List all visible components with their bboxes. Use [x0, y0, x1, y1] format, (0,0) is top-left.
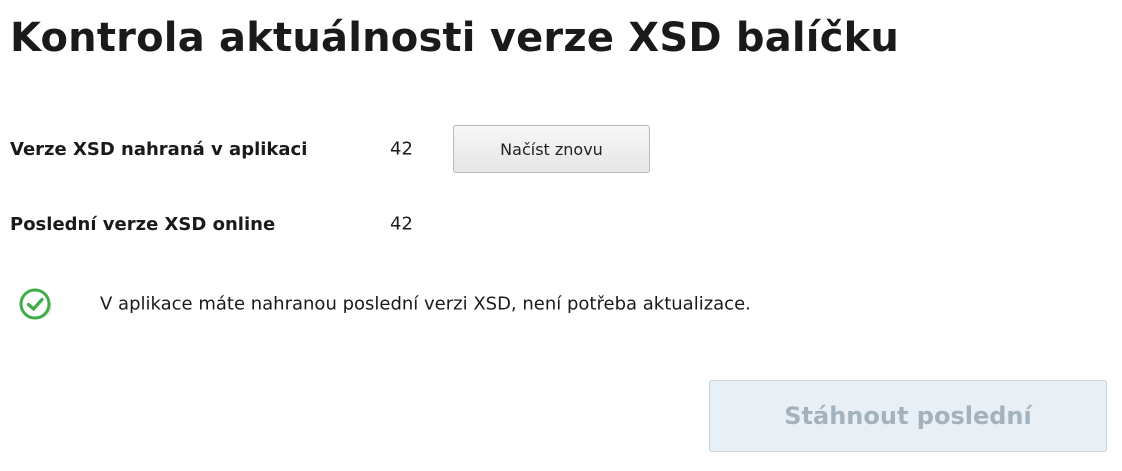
reload-button[interactable]: Načíst znovu [453, 125, 650, 173]
loaded-version-row: Verze XSD nahraná v aplikaci 42 Načíst z… [10, 124, 710, 174]
download-latest-button[interactable]: Stáhnout poslední [709, 380, 1107, 452]
page-title: Kontrola aktuálnosti verze XSD balíčku [10, 15, 900, 61]
online-version-row: Poslední verze XSD online 42 [10, 199, 710, 249]
online-version-label: Poslední verze XSD online [10, 213, 276, 235]
loaded-version-value: 42 [390, 138, 413, 160]
online-version-value: 42 [390, 213, 413, 235]
loaded-version-label: Verze XSD nahraná v aplikaci [10, 138, 308, 160]
status-message-row: V aplikace máte nahranou poslední verzi … [18, 280, 751, 328]
status-message: V aplikace máte nahranou poslední verzi … [100, 293, 751, 315]
check-circle-icon [18, 286, 54, 322]
